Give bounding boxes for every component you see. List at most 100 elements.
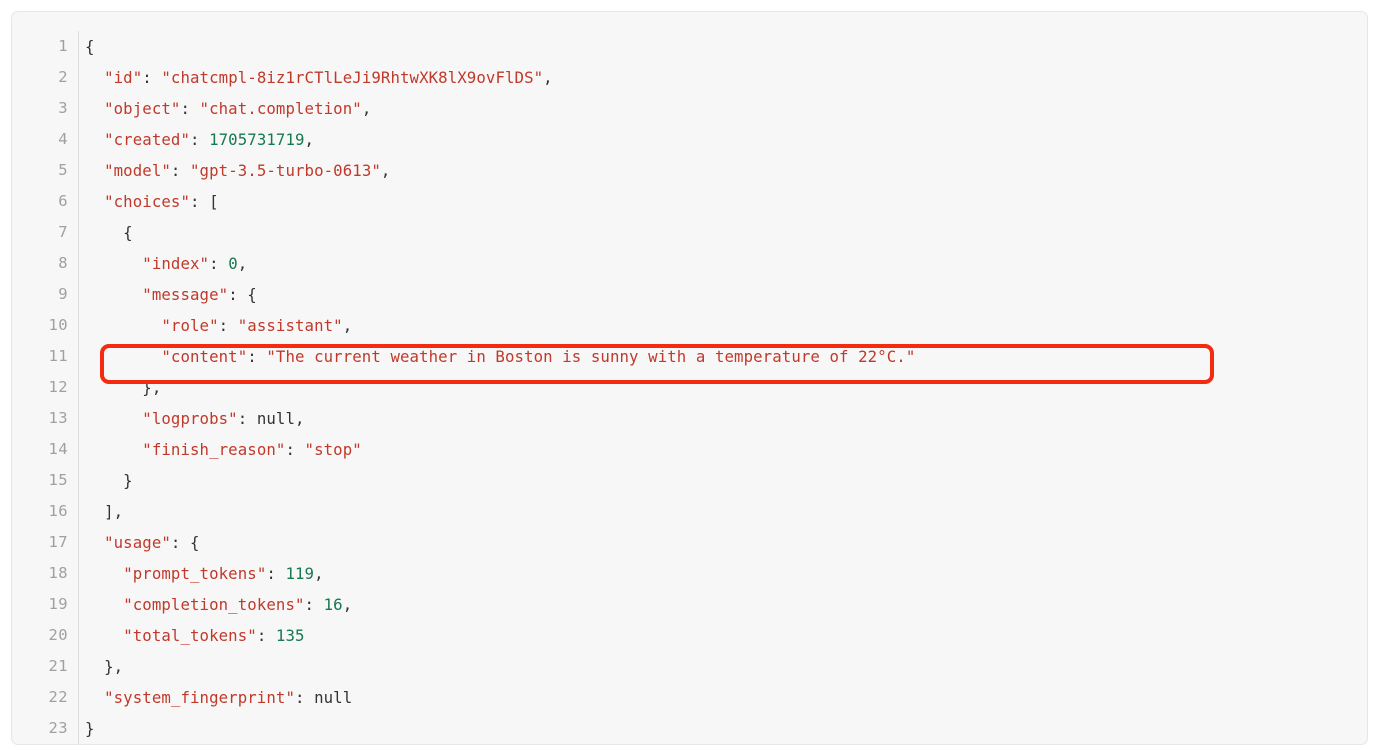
token-punct: [85, 533, 104, 552]
line-number: 9: [58, 285, 68, 303]
token-punct: ,: [295, 409, 305, 428]
code-line[interactable]: 6 "choices": [: [12, 186, 1367, 217]
code-line-text: "model": "gpt-3.5-turbo-0613",: [68, 155, 390, 186]
code-line[interactable]: 17 "usage": {: [12, 527, 1367, 558]
token-punct: [85, 347, 161, 366]
token-punct: :: [190, 130, 210, 149]
code-line[interactable]: 5 "model": "gpt-3.5-turbo-0613",: [12, 155, 1367, 186]
token-str: "chat.completion": [199, 99, 362, 118]
code-line-text: "completion_tokens": 16,: [68, 589, 352, 620]
token-punct: :: [209, 254, 229, 273]
code-line-text: "total_tokens": 135: [68, 620, 305, 651]
token-punct: :: [304, 595, 324, 614]
line-number: 19: [48, 595, 68, 613]
line-number: 20: [48, 626, 68, 644]
token-punct: ,: [380, 161, 391, 180]
code-line[interactable]: 12 },: [12, 372, 1367, 403]
token-punct: [85, 130, 104, 149]
line-number: 2: [58, 68, 68, 86]
token-punct: :: [256, 626, 276, 645]
token-punct: },: [85, 657, 124, 676]
line-number: 13: [48, 409, 68, 427]
line-number: 8: [58, 254, 68, 272]
code-lines-container[interactable]: 1{2 "id": "chatcmpl-8iz1rCTlLeJi9RhtwXK8…: [12, 12, 1367, 744]
line-number: 3: [58, 99, 68, 117]
line-number: 16: [48, 502, 68, 520]
token-punct: :: [247, 347, 267, 366]
token-key: "role": [161, 316, 219, 335]
token-str: "gpt-3.5-turbo-0613": [190, 161, 381, 180]
token-key: "index": [142, 254, 210, 273]
token-punct: ,: [342, 316, 353, 335]
line-number: 10: [48, 316, 68, 334]
code-line[interactable]: 9 "message": {: [12, 279, 1367, 310]
code-line-text: "message": {: [68, 279, 257, 310]
code-line[interactable]: 7 {: [12, 217, 1367, 248]
code-line-text: "prompt_tokens": 119,: [68, 558, 324, 589]
token-key: "logprobs": [142, 409, 238, 428]
token-punct: : {: [170, 533, 200, 552]
code-line[interactable]: 1{: [12, 31, 1367, 62]
line-number: 15: [48, 471, 68, 489]
code-line[interactable]: 23}: [12, 713, 1367, 744]
line-number: 4: [58, 130, 68, 148]
token-num: 1705731719: [209, 130, 305, 149]
token-punct: :: [218, 316, 238, 335]
code-line[interactable]: 15 }: [12, 465, 1367, 496]
token-punct: :: [237, 409, 257, 428]
token-punct: ,: [361, 99, 372, 118]
token-num: 16: [323, 595, 343, 614]
code-line[interactable]: 10 "role": "assistant",: [12, 310, 1367, 341]
token-punct: :: [142, 68, 162, 87]
token-punct: : [: [190, 192, 219, 211]
line-number: 11: [48, 347, 68, 365]
token-punct: [85, 192, 104, 211]
token-key: "total_tokens": [123, 626, 257, 645]
code-line[interactable]: 20 "total_tokens": 135: [12, 620, 1367, 651]
line-number: 17: [48, 533, 68, 551]
code-line-text: }: [68, 713, 95, 744]
token-punct: [85, 688, 104, 707]
token-punct: ,: [237, 254, 248, 273]
code-line[interactable]: 4 "created": 1705731719,: [12, 124, 1367, 155]
code-line-text: "finish_reason": "stop": [68, 434, 362, 465]
code-line[interactable]: 19 "completion_tokens": 16,: [12, 589, 1367, 620]
line-number: 18: [48, 564, 68, 582]
token-str: "stop": [304, 440, 362, 459]
token-punct: [85, 68, 104, 87]
token-str: "assistant": [237, 316, 343, 335]
code-line[interactable]: 11 "content": "The current weather in Bo…: [12, 341, 1367, 372]
token-key: "object": [104, 99, 181, 118]
code-line[interactable]: 13 "logprobs": null,: [12, 403, 1367, 434]
token-lit: null: [256, 409, 296, 428]
code-line[interactable]: 2 "id": "chatcmpl-8iz1rCTlLeJi9RhtwXK8lX…: [12, 62, 1367, 93]
line-number: 23: [48, 719, 68, 737]
line-number: 5: [58, 161, 68, 179]
code-line[interactable]: 21 },: [12, 651, 1367, 682]
token-punct: [85, 161, 104, 180]
code-line[interactable]: 22 "system_fingerprint": null: [12, 682, 1367, 713]
line-number: 21: [48, 657, 68, 675]
code-line[interactable]: 3 "object": "chat.completion",: [12, 93, 1367, 124]
json-code-viewer[interactable]: 1{2 "id": "chatcmpl-8iz1rCTlLeJi9RhtwXK8…: [11, 11, 1368, 745]
token-punct: }: [85, 719, 95, 738]
token-punct: :: [285, 440, 305, 459]
code-line-text: {: [68, 217, 133, 248]
token-punct: {: [85, 37, 95, 56]
line-number: 14: [48, 440, 68, 458]
code-line-text: "id": "chatcmpl-8iz1rCTlLeJi9RhtwXK8lX9o…: [68, 62, 553, 93]
code-line-text: "index": 0,: [68, 248, 247, 279]
code-line[interactable]: 16 ],: [12, 496, 1367, 527]
code-line[interactable]: 14 "finish_reason": "stop": [12, 434, 1367, 465]
token-punct: [85, 409, 142, 428]
token-punct: [85, 285, 142, 304]
line-number: 7: [58, 223, 68, 241]
token-punct: },: [85, 378, 162, 397]
code-line[interactable]: 8 "index": 0,: [12, 248, 1367, 279]
code-line-text: "choices": [: [68, 186, 219, 217]
token-punct: {: [85, 223, 133, 242]
token-str: "The current weather in Boston is sunny …: [266, 347, 916, 366]
code-line[interactable]: 18 "prompt_tokens": 119,: [12, 558, 1367, 589]
token-punct: [85, 254, 142, 273]
token-key: "model": [104, 161, 171, 180]
